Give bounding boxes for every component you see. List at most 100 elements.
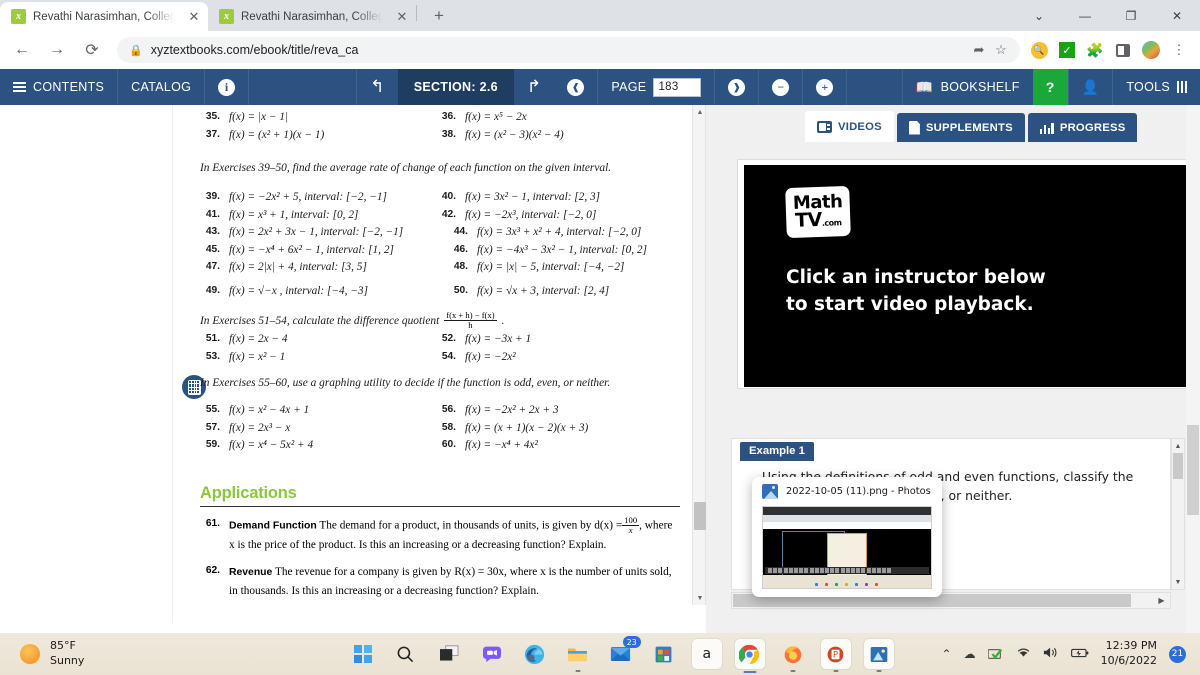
tab-close-icon[interactable]: ✕ (186, 10, 202, 23)
help-button[interactable]: ? (1032, 69, 1068, 105)
wifi-icon[interactable] (1016, 646, 1031, 662)
scroll-up-icon[interactable]: ▲ (693, 105, 706, 119)
scroll-up-icon[interactable]: ▲ (1172, 440, 1184, 452)
browser-tab-1[interactable]: x Revathi Narasimhan, College Algebra ✕ (0, 2, 208, 31)
chevron-down-icon[interactable]: ⌄ (1016, 0, 1062, 31)
restore-icon[interactable]: ❐ (1108, 0, 1154, 31)
notification-badge[interactable]: 21 (1169, 645, 1186, 663)
bookmark-star-icon[interactable]: ☆ (990, 42, 1012, 58)
close-icon[interactable]: ✕ (1154, 0, 1200, 31)
checkmark-extension-icon[interactable]: ✓ (1054, 37, 1080, 63)
bookshelf-button[interactable]: 📖 BOOKSHELF (901, 69, 1033, 105)
zoom-out-button[interactable]: − (758, 69, 802, 105)
page-label: PAGE (611, 80, 647, 94)
photos-taskbar-preview[interactable]: 2022-10-05 (11).png - Photos (752, 477, 942, 597)
video-player[interactable]: Math TV.com Click an instructor below to… (744, 165, 1189, 387)
zoom-in-button[interactable]: + (802, 69, 846, 105)
scroll-thumb[interactable] (1173, 453, 1183, 479)
windows-defender-icon[interactable] (987, 647, 1004, 661)
mail-badge: 23 (622, 636, 641, 648)
exercise-item: 53. f(x) = x² − 1 (200, 349, 436, 367)
contents-button[interactable]: CONTENTS (0, 69, 117, 105)
tab-supplements[interactable]: SUPPLEMENTS (896, 113, 1025, 142)
amazon-button[interactable]: a (691, 639, 722, 669)
forward-icon[interactable]: → (43, 36, 71, 64)
task-view-button[interactable] (434, 639, 464, 669)
tab-videos[interactable]: VIDEOS (805, 111, 894, 142)
scroll-right-icon[interactable]: ▶ (1153, 593, 1170, 608)
section-indicator[interactable]: SECTION: 2.6 (397, 69, 514, 105)
exercise-number: 49. (205, 284, 220, 296)
weather-widget[interactable]: 85°F Sunny (0, 639, 300, 668)
thumb-taskbar (763, 575, 931, 588)
tray-overflow-icon[interactable]: ⌃ (942, 647, 952, 661)
exercise-number: 45. (205, 243, 220, 255)
tab-progress[interactable]: PROGRESS (1027, 113, 1138, 142)
exercise-item: 51. f(x) = 2x − 4 (200, 331, 436, 349)
example-scrollbar[interactable]: ▲ ▼ (1171, 438, 1185, 590)
mail-button[interactable]: 23 (606, 636, 641, 669)
window-controls: ⌄ — ❐ ✕ (1016, 0, 1200, 31)
catalog-button[interactable]: CATALOG (117, 69, 204, 105)
microsoft-edge-button[interactable] (520, 639, 550, 669)
content-area: 35. f(x) = |x − 1| 36. f(x) = x⁵ − 2x 37… (0, 105, 1200, 633)
arrow-left-circle-icon: ❰ (567, 78, 585, 96)
taskbar-clock[interactable]: 12:39 PM 10/6/2022 (1101, 639, 1157, 669)
tools-button[interactable]: TOOLS (1112, 69, 1200, 105)
share-icon[interactable]: ➦ (968, 42, 990, 58)
puzzle-extensions-icon[interactable]: 🧩 (1082, 37, 1108, 63)
teams-chat-button[interactable] (477, 639, 507, 669)
back-icon[interactable]: ← (8, 36, 36, 64)
search-extension-icon[interactable]: 🔍 (1026, 37, 1052, 63)
example-badge: Example 1 (740, 442, 814, 461)
file-explorer-button[interactable] (563, 639, 593, 672)
scroll-thumb[interactable] (694, 502, 706, 530)
exercise-number: 39. (205, 191, 220, 202)
onedrive-icon[interactable]: ☁ (964, 647, 976, 661)
google-chrome-button[interactable] (734, 639, 765, 673)
exercise-number: 38. (441, 128, 456, 140)
volume-icon[interactable] (1043, 646, 1059, 662)
weather-text: 85°F Sunny (50, 639, 84, 668)
book-page: 35. f(x) = |x − 1| 36. f(x) = x⁵ − 2x 37… (172, 105, 706, 633)
browser-tab-2[interactable]: x Revathi Narasimhan, College Algebra ✕ (208, 2, 416, 31)
scroll-down-icon[interactable]: ▼ (693, 591, 706, 605)
exercise-block-55-60: 55. f(x) = x² − 4x + 1 56. f(x) = −2x² + 2… (200, 402, 690, 455)
chrome-menu-icon[interactable]: ⋮ (1166, 37, 1192, 63)
reload-icon[interactable]: ⟳ (78, 36, 106, 64)
book-scrollbar[interactable]: ▲ ▼ (692, 105, 706, 605)
account-button[interactable]: 👤 (1067, 69, 1113, 105)
sun-icon (20, 644, 40, 664)
undo-button[interactable]: ↰ (356, 69, 398, 105)
firefox-icon (784, 646, 802, 664)
firefox-button[interactable] (778, 639, 808, 672)
exercise-body: f(x) = −2x³, interval: [−2, 0] (465, 208, 597, 221)
page-scrollbar[interactable] (1186, 105, 1200, 633)
address-bar[interactable]: 🔒 xyztextbooks.com/ebook/title/reva_ca ➦… (117, 37, 1020, 63)
exercise-item: 37. f(x) = (x² + 1)(x − 1) (200, 127, 436, 145)
next-page-button[interactable]: ❱ (714, 69, 758, 105)
minimize-icon[interactable]: — (1062, 0, 1108, 31)
info-button[interactable]: i (204, 69, 248, 105)
exercise-body: f(x) = (x + 1)(x − 2)(x + 3) (465, 421, 589, 434)
hamburger-icon (13, 82, 26, 92)
exercise-body: f(x) = x² − 4x + 1 (229, 404, 310, 416)
page-field-group[interactable]: PAGE 183 (597, 69, 714, 105)
page-input[interactable]: 183 (653, 77, 702, 97)
exercise-item: 47. f(x) = 2|x| + 4, interval: [3, 5] (200, 259, 448, 277)
tab-close-icon[interactable]: ✕ (394, 10, 410, 23)
photos-button[interactable] (863, 639, 894, 672)
preview-thumbnail[interactable] (762, 506, 932, 589)
microsoft-store-button[interactable] (649, 639, 679, 669)
scroll-thumb[interactable] (1187, 425, 1199, 515)
search-button[interactable] (391, 639, 421, 669)
powerpoint-button[interactable]: P (820, 639, 851, 672)
side-panel-icon[interactable] (1110, 37, 1136, 63)
redo-button[interactable]: ↱ (514, 69, 555, 105)
profile-avatar[interactable] (1138, 37, 1164, 63)
start-button[interactable] (348, 639, 378, 669)
new-tab-button[interactable]: + (425, 2, 453, 30)
battery-icon[interactable] (1070, 647, 1089, 662)
previous-page-button[interactable]: ❰ (554, 69, 597, 105)
scroll-down-icon[interactable]: ▼ (1172, 576, 1184, 588)
